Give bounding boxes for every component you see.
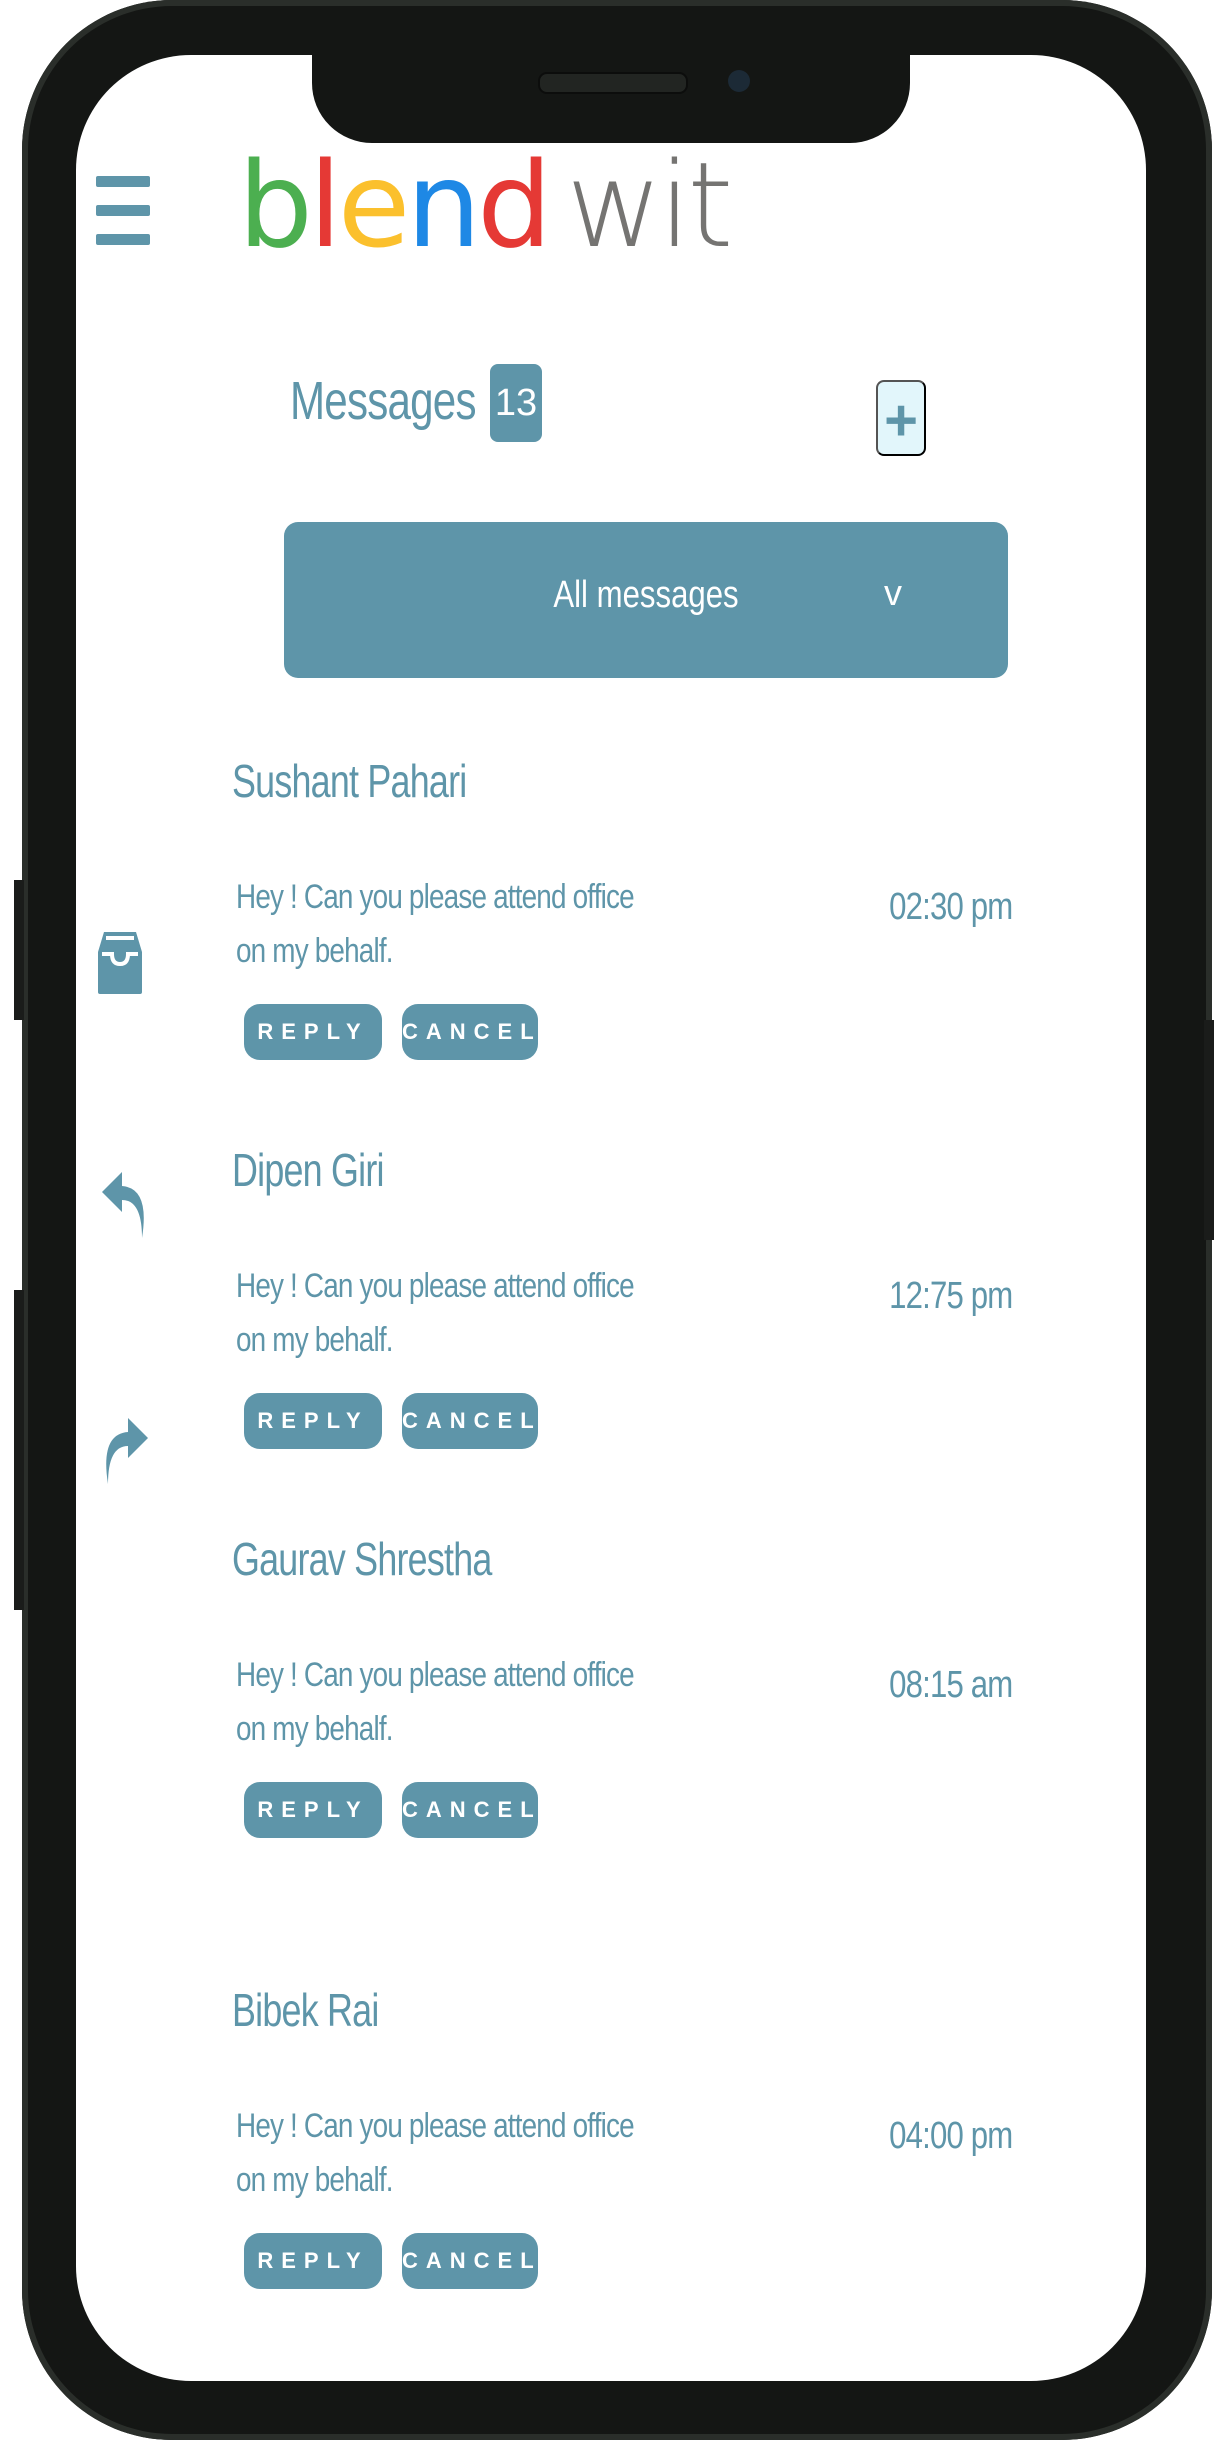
message-body: Hey ! Can you please attend office on my… (236, 1267, 635, 1359)
message-body: Hey ! Can you please attend office on my… (236, 2107, 635, 2199)
message-body: Hey ! Can you please attend office on my… (236, 878, 635, 970)
add-message-button[interactable]: + (876, 380, 926, 456)
forward-icon[interactable] (100, 1416, 150, 1486)
cancel-button[interactable]: CANCEL (402, 1004, 538, 1060)
message-sender: Gaurav Shrestha (232, 1533, 492, 1585)
message-sender: Sushant Pahari (232, 755, 467, 807)
logo-letter: d (477, 136, 552, 274)
chevron-down-icon: v (884, 572, 902, 613)
logo-word-blend: blend (238, 136, 552, 274)
app-logo: blend wit (238, 140, 734, 270)
phone-side-button (14, 880, 24, 1020)
filter-selected-value: All messages (553, 574, 739, 616)
logo-letter: e (337, 136, 411, 274)
reply-button[interactable]: REPLY (244, 1393, 382, 1449)
message-sender: Bibek Rai (232, 1984, 379, 2036)
message-count-badge: 13 (490, 364, 542, 442)
message-sender: Dipen Giri (232, 1144, 385, 1196)
phone-notch (312, 55, 910, 143)
message-item: Gaurav Shrestha Hey ! Can you please att… (232, 1532, 1013, 1852)
phone-speaker (538, 72, 688, 94)
message-item: Sushant Pahari Hey ! Can you please atte… (232, 754, 1013, 1074)
hamburger-menu-icon[interactable] (96, 176, 150, 252)
reply-button[interactable]: REPLY (244, 1782, 382, 1838)
logo-letter: b (238, 136, 313, 274)
cancel-button[interactable]: CANCEL (402, 1393, 538, 1449)
message-time: 04:00 pm (888, 2115, 1013, 2157)
message-time: 02:30 pm (888, 886, 1013, 928)
reply-button[interactable]: REPLY (244, 2233, 382, 2289)
reply-icon[interactable] (100, 1170, 150, 1240)
message-item: Dipen Giri Hey ! Can you please attend o… (232, 1143, 1013, 1463)
cancel-button[interactable]: CANCEL (402, 2233, 538, 2289)
cancel-button[interactable]: CANCEL (402, 1782, 538, 1838)
phone-camera (728, 70, 750, 92)
message-time: 08:15 am (888, 1664, 1013, 1706)
message-filter-select[interactable]: All messages v (284, 522, 1008, 678)
logo-letter: n (406, 136, 481, 274)
logo-word-wit: wit (566, 136, 734, 274)
inbox-icon[interactable] (96, 930, 144, 996)
phone-side-button (14, 1290, 24, 1610)
reply-button[interactable]: REPLY (244, 1004, 382, 1060)
message-body: Hey ! Can you please attend office on my… (236, 1656, 635, 1748)
logo-letter: l (308, 136, 342, 274)
phone-power-button (1204, 1020, 1214, 1240)
page-title: Messages (290, 371, 477, 431)
message-time: 12:75 pm (888, 1275, 1013, 1317)
message-item: Bibek Rai Hey ! Can you please attend of… (232, 1983, 1013, 2303)
